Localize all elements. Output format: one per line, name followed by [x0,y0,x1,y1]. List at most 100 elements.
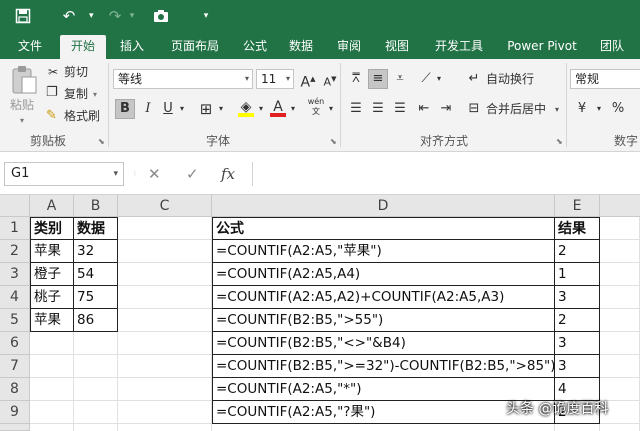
row-header[interactable]: 2 [0,240,30,263]
tab-file[interactable]: 文件 [10,33,50,59]
cell-a5[interactable]: 苹果 [30,309,74,332]
grid-cell[interactable] [74,378,118,401]
cell-e5[interactable]: 2 [555,309,600,332]
select-all-button[interactable] [0,195,30,217]
grid-cell[interactable] [600,286,640,309]
underline-button[interactable]: U [158,99,178,119]
grid-cell[interactable] [30,332,74,355]
save-icon[interactable] [12,6,34,26]
percent-icon[interactable]: % [608,99,628,119]
decrease-indent-icon[interactable]: ⇤ [414,99,434,119]
grid-cell[interactable] [118,217,212,240]
grid-cell[interactable] [118,309,212,332]
cell-a2[interactable]: 苹果 [30,240,74,263]
phonetic-button[interactable]: wén 文 [306,97,326,117]
redo-dropdown-icon[interactable]: ▾ [126,6,138,26]
currency-dropdown-icon[interactable]: ▾ [594,99,604,119]
align-bottom-icon[interactable]: ⩡ [390,69,410,89]
tab-team[interactable]: 团队 [592,33,632,59]
cell-e1[interactable]: 结果 [555,217,600,240]
underline-dropdown-icon[interactable]: ▾ [177,99,187,119]
grid-cell[interactable] [118,401,212,424]
align-left-icon[interactable]: ☰ [346,99,366,119]
cell-b3[interactable]: 54 [74,263,118,286]
tab-insert[interactable]: 插入 [112,33,152,59]
drag-handle-icon[interactable]: ⋮ [132,162,138,186]
grid-cell[interactable] [600,424,640,431]
cell-b5[interactable]: 86 [74,309,118,332]
formula-input[interactable] [252,162,640,186]
tab-page-layout[interactable]: 页面布局 [162,33,228,59]
grid-cell[interactable] [74,401,118,424]
grid-cell[interactable] [555,424,600,431]
format-painter-button[interactable]: 格式刷 [64,108,100,124]
grid-cell[interactable] [30,401,74,424]
phonetic-dropdown-icon[interactable]: ▾ [326,99,336,119]
column-header-f[interactable] [600,195,640,217]
tab-review[interactable]: 审阅 [330,33,368,59]
row-header[interactable]: 5 [0,309,30,332]
tab-developer[interactable]: 开发工具 [426,33,492,59]
italic-button[interactable]: I [138,99,158,119]
column-header-b[interactable]: B [74,195,118,217]
grid-cell[interactable] [118,378,212,401]
column-header-e[interactable]: E [555,195,600,217]
cell-a1[interactable]: 类别 [30,217,74,240]
redo-icon[interactable]: ↷ [104,6,126,26]
shrink-font-button[interactable]: A▼ [320,69,340,89]
cell-d3[interactable]: =COUNTIF(A2:A5,A4) [212,263,555,286]
grid-cell[interactable] [118,263,212,286]
cell-d4[interactable]: =COUNTIF(A2:A5,A2)+COUNTIF(A2:A5,A3) [212,286,555,309]
cell-a4[interactable]: 桃子 [30,286,74,309]
grid-cell[interactable] [212,424,555,431]
paste-button[interactable]: 粘贴 [10,97,34,113]
grid-cell[interactable] [118,332,212,355]
cancel-icon[interactable]: ✕ [148,162,161,186]
tab-data[interactable]: 数据 [282,33,320,59]
increase-indent-icon[interactable]: ⇥ [436,99,456,119]
cell-d2[interactable]: =COUNTIF(A2:A5,"苹果") [212,240,555,263]
grid-cell[interactable] [600,263,640,286]
borders-dropdown-icon[interactable]: ▾ [216,99,226,119]
cell-e6[interactable]: 3 [555,332,600,355]
cell-d7[interactable]: =COUNTIF(B2:B5,">=32")-COUNTIF(B2:B5,">8… [212,355,556,378]
customize-toolbar-icon[interactable]: ▾ [198,6,214,26]
grid-cell[interactable] [118,355,212,378]
cell-b2[interactable]: 32 [74,240,118,263]
grid-cell[interactable] [74,332,118,355]
grid-cell[interactable] [600,217,640,240]
wrap-text-button[interactable]: 自动换行 [486,71,534,87]
row-header[interactable]: 3 [0,263,30,286]
row-header[interactable]: 1 [0,217,30,240]
copy-dropdown-icon[interactable]: ▾ [93,87,97,103]
cell-e4[interactable]: 3 [555,286,600,309]
font-size-select[interactable]: 11 ▾ [256,69,294,89]
bold-button[interactable]: B [115,99,135,119]
grid-cell[interactable] [600,240,640,263]
number-format-select[interactable]: 常规 [570,69,640,89]
currency-icon[interactable]: ¥ [572,99,592,119]
font-color-icon[interactable]: A [268,97,288,117]
worksheet-grid[interactable]: A B C D E 1 2 3 4 5 6 7 8 9 类别 数据 苹果 32 … [0,195,640,431]
grid-cell[interactable] [74,424,118,431]
camera-icon[interactable] [150,6,172,26]
cell-d5[interactable]: =COUNTIF(B2:B5,">55") [212,309,555,332]
grid-cell[interactable] [118,240,212,263]
grid-cell[interactable] [600,332,640,355]
row-header[interactable]: 7 [0,355,30,378]
cell-d6[interactable]: =COUNTIF(B2:B5,"<>"&B4) [212,332,555,355]
font-color-dropdown-icon[interactable]: ▾ [288,99,298,119]
font-launcher-icon[interactable]: ⬊ [330,137,337,146]
grid-cell[interactable] [600,309,640,332]
font-name-select[interactable]: 等线 ▾ [113,69,253,89]
grid-cell[interactable] [30,378,74,401]
grid-cell[interactable] [600,355,640,378]
grid-cell[interactable] [118,286,212,309]
column-header-a[interactable]: A [30,195,74,217]
align-middle-icon[interactable]: ≡ [368,69,388,89]
borders-icon[interactable]: ⊞ [196,99,216,119]
fill-color-dropdown-icon[interactable]: ▾ [256,99,266,119]
align-top-icon[interactable]: ⩞ [346,69,366,89]
row-header[interactable]: 8 [0,378,30,401]
fill-color-icon[interactable]: ◈ [236,97,256,117]
